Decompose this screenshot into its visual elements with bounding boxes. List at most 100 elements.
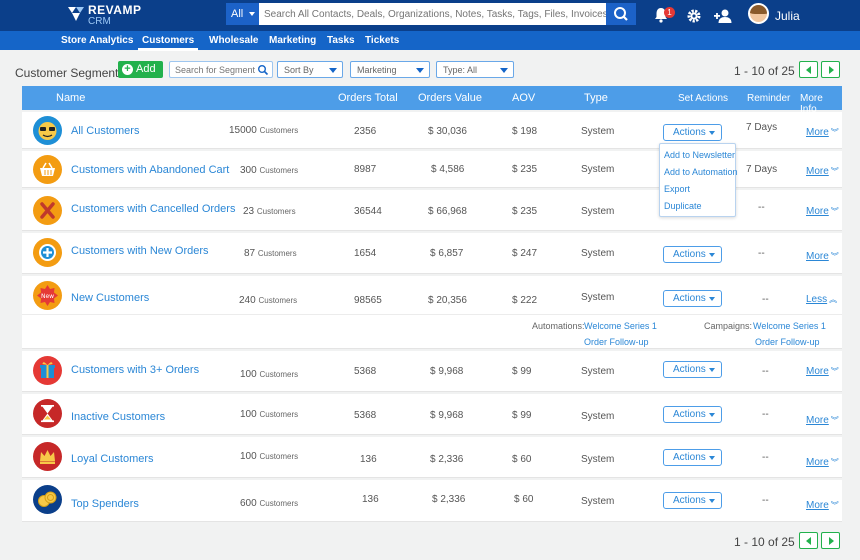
- col-orders-value[interactable]: Orders Value: [418, 92, 482, 104]
- more-link[interactable]: More ︾: [806, 251, 839, 262]
- chevron-down-icon: ︾: [830, 367, 839, 376]
- actions-button[interactable]: Actions: [663, 124, 722, 141]
- nav-tasks[interactable]: Tasks: [327, 35, 355, 46]
- prev-page-button[interactable]: [799, 532, 818, 549]
- chevron-down-icon: [709, 413, 715, 417]
- chevron-up-icon: ︽: [829, 295, 838, 304]
- segment-name[interactable]: New Customers: [71, 292, 149, 304]
- orders-value: $ 66,968: [428, 206, 467, 217]
- segment-search-input[interactable]: [175, 63, 255, 76]
- app-logo[interactable]: REVAMP CRM: [66, 3, 156, 29]
- col-type[interactable]: Type: [584, 92, 608, 104]
- more-link[interactable]: More ︾: [806, 166, 839, 177]
- orders-total: 98565: [354, 295, 382, 306]
- more-link[interactable]: More ︾: [806, 366, 839, 377]
- chevron-down-icon: ︾: [830, 207, 839, 216]
- segment-name[interactable]: Top Spenders: [71, 498, 139, 510]
- more-link[interactable]: More ︾: [806, 206, 839, 217]
- count-value: 23: [243, 206, 255, 217]
- aov: $ 247: [512, 248, 538, 259]
- menu-add-to-newsletter[interactable]: Add to Newsletter: [664, 150, 735, 160]
- more-link[interactable]: More ︾: [806, 415, 839, 426]
- menu-export[interactable]: Export: [664, 184, 690, 194]
- orders-total: 2356: [354, 126, 377, 137]
- add-user-icon[interactable]: [713, 8, 733, 24]
- more-link[interactable]: More ︾: [806, 500, 839, 511]
- global-search-input[interactable]: [262, 3, 606, 25]
- nav-marketing[interactable]: Marketing: [269, 35, 316, 46]
- table-header: Name Orders Total Orders Value AOV Type …: [22, 86, 842, 115]
- orders-value: $ 2,336: [430, 454, 464, 465]
- nav-customers[interactable]: Customers: [137, 35, 199, 51]
- chevron-down-icon: ︾: [830, 167, 839, 176]
- segment-name[interactable]: Customers with Cancelled Orders: [71, 203, 235, 215]
- page-title: Customer Segments: [15, 66, 125, 80]
- reminder: --: [762, 452, 769, 463]
- sort-by-dropdown[interactable]: Sort By: [277, 61, 343, 78]
- customer-count: 23 Customers: [243, 206, 296, 217]
- marketing-dropdown[interactable]: Marketing: [350, 61, 430, 78]
- nav-wholesale[interactable]: Wholesale: [209, 35, 258, 46]
- chevron-down-icon: [500, 68, 508, 73]
- user-name[interactable]: Julia: [775, 9, 800, 23]
- nav-tickets[interactable]: Tickets: [365, 35, 399, 46]
- actions-button[interactable]: Actions: [663, 406, 722, 423]
- chevron-down-icon: [249, 12, 255, 16]
- pager-range: 1 - 10 of 25: [734, 535, 795, 549]
- search-icon: [614, 7, 628, 21]
- prev-page-button[interactable]: [799, 61, 818, 78]
- hourglass-icon: [33, 399, 62, 428]
- gift-icon: [33, 356, 62, 385]
- arrow-left-icon: [806, 66, 811, 74]
- more-link[interactable]: More ︾: [806, 457, 839, 468]
- actions-button[interactable]: Actions: [663, 449, 722, 466]
- orders-value: $ 6,857: [430, 248, 464, 259]
- table-row: Top Spenders 600 Customers 136 $ 2,336 $…: [22, 480, 842, 522]
- segment-name[interactable]: Inactive Customers: [71, 411, 165, 423]
- gear-icon[interactable]: [686, 8, 702, 24]
- actions-button[interactable]: Actions: [663, 246, 722, 263]
- col-orders-total[interactable]: Orders Total: [338, 92, 398, 104]
- segment-name[interactable]: Customers with 3+ Orders: [71, 364, 199, 376]
- segment-search: [169, 61, 273, 78]
- col-aov[interactable]: AOV: [512, 92, 535, 104]
- orders-value: $ 9,968: [430, 410, 464, 421]
- nav-store-analytics[interactable]: Store Analytics: [61, 35, 133, 46]
- campaign-link[interactable]: Order Follow-up: [755, 337, 820, 347]
- next-page-button[interactable]: [821, 61, 840, 78]
- search-icon[interactable]: [257, 64, 269, 76]
- customer-count: 100 Customers: [240, 369, 298, 380]
- avatar[interactable]: [748, 3, 769, 24]
- col-name[interactable]: Name: [56, 92, 85, 104]
- actions-button[interactable]: Actions: [663, 290, 722, 307]
- search-scope-select[interactable]: All: [226, 3, 259, 25]
- automation-link[interactable]: Welcome Series 1: [584, 321, 657, 331]
- count-unit: Customers: [259, 410, 299, 419]
- pager-total: of 25: [768, 64, 795, 78]
- automations-label: Automations:: [532, 321, 585, 331]
- segment-name[interactable]: Customers with Abandoned Cart: [71, 164, 229, 176]
- chevron-down-icon: [416, 68, 424, 73]
- actions-button[interactable]: Actions: [663, 492, 722, 509]
- segment-name[interactable]: Customers with New Orders: [71, 245, 209, 257]
- logo-name: REVAMP: [88, 3, 142, 17]
- more-label: More: [806, 457, 829, 468]
- less-link[interactable]: Less ︽: [806, 294, 837, 305]
- more-link[interactable]: More ︾: [806, 127, 839, 138]
- type-filter-dropdown[interactable]: Type: All: [436, 61, 514, 78]
- segment-name[interactable]: All Customers: [71, 125, 139, 137]
- actions-button[interactable]: Actions: [663, 361, 722, 378]
- pager-total: of 25: [768, 535, 795, 549]
- next-page-button[interactable]: [821, 532, 840, 549]
- chevron-down-icon: ︾: [830, 128, 839, 137]
- add-segment-button[interactable]: + Add: [118, 61, 163, 78]
- segment-name[interactable]: Loyal Customers: [71, 453, 154, 465]
- menu-duplicate[interactable]: Duplicate: [664, 201, 702, 211]
- search-button[interactable]: [606, 3, 636, 25]
- chevron-down-icon: [709, 499, 715, 503]
- automation-link[interactable]: Order Follow-up: [584, 337, 649, 347]
- menu-add-to-automation[interactable]: Add to Automation: [664, 167, 738, 177]
- aov: $ 60: [512, 454, 532, 465]
- count-value: 100: [240, 369, 257, 380]
- campaign-link[interactable]: Welcome Series 1: [753, 321, 826, 331]
